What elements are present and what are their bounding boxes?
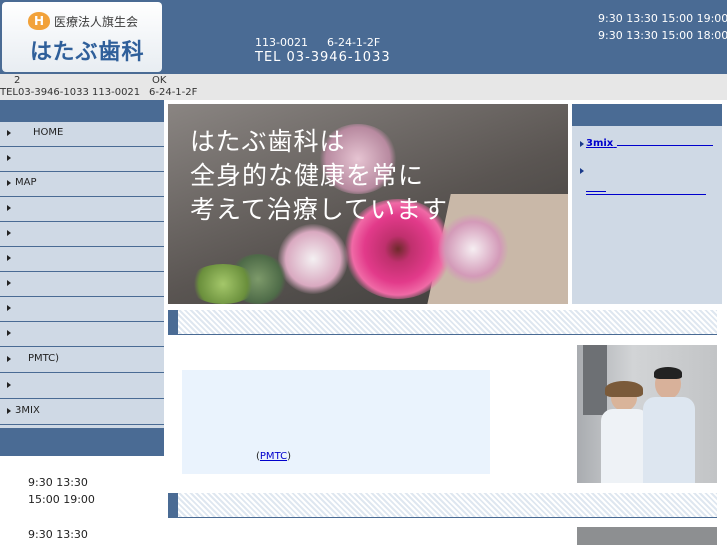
person-hair: [654, 367, 682, 379]
arrow-right-icon: [7, 356, 11, 362]
sidebar-item-9[interactable]: [0, 322, 164, 347]
header-hours-weekday: 9:30 13:30 15:00 19:00: [598, 12, 727, 25]
sidebar-hours-line: 9:30 13:30: [28, 528, 88, 541]
sidebar-item-4[interactable]: [0, 197, 164, 222]
person-coat: [601, 409, 649, 483]
hero-flower: [438, 214, 508, 284]
arrow-right-icon: [7, 155, 11, 161]
header-address: 6-24-1-2F: [327, 36, 381, 49]
section-heading-bar: [168, 310, 717, 335]
sidebar-item-8[interactable]: [0, 297, 164, 322]
sidebar-item-5[interactable]: [0, 222, 164, 247]
arrow-right-icon: [7, 330, 11, 336]
sidebar-item-label: PMTC): [28, 353, 60, 364]
sidebar-header: [0, 100, 164, 122]
secondary-photo: [577, 527, 717, 545]
sidebar-item-home[interactable]: HOME: [0, 122, 164, 147]
arrow-right-icon: [7, 382, 11, 388]
logo-clinic-name: はたぶ歯科: [30, 40, 145, 65]
notice-address: 6-24-1-2F: [149, 87, 198, 98]
header-postal-code: 113-0021: [255, 36, 308, 49]
sidebar-item-3mix[interactable]: 3MIX: [0, 400, 164, 425]
news-panel-header: [572, 104, 722, 126]
info-box: [182, 370, 490, 474]
sidebar-item-map[interactable]: MAP: [0, 172, 164, 197]
sidebar-item-7[interactable]: [0, 272, 164, 297]
site-header: H 医療法人旗生会 はたぶ歯科 113-0021 6-24-1-2F TEL 0…: [0, 0, 727, 74]
arrow-right-icon: [7, 130, 11, 136]
logo-org-name: 医療法人旗生会: [54, 15, 139, 29]
notice-tel: TEL03-3946-1033 113-0021: [0, 87, 141, 98]
hero-tagline-line: 全身的な健康を常に: [190, 161, 425, 190]
sidebar-hours-line: 15:00 19:00: [28, 493, 95, 506]
news-link-3mix[interactable]: 3mix: [586, 138, 713, 149]
sidebar-hours-panel: 9:30 13:30 15:00 19:00 9:30 13:30: [0, 456, 164, 545]
arrow-right-icon: [7, 230, 11, 236]
section-marker: [168, 493, 178, 517]
paren-close: ): [287, 451, 291, 462]
staff-photo: [577, 345, 717, 483]
sidebar-item-label: 3MIX: [15, 405, 40, 416]
hero-flower: [278, 224, 348, 294]
hero-banner: はたぶ歯科は 全身的な健康を常に 考えて治療しています: [168, 104, 568, 304]
person-coat: [643, 397, 695, 483]
notice-strip: 2 OK TEL03-3946-1033 113-0021 6-24-1-2F: [0, 74, 727, 100]
heart-logo-icon: H: [28, 12, 50, 30]
sidebar-item-11[interactable]: [0, 374, 164, 399]
sidebar-item-label: HOME: [33, 127, 64, 138]
arrow-right-icon: [7, 255, 11, 261]
section-marker: [168, 310, 178, 334]
hero-leaf: [188, 264, 258, 304]
sidebar-item-label: MAP: [15, 177, 37, 188]
arrow-right-icon: [580, 141, 584, 147]
header-hours-saturday: 9:30 13:30 15:00 18:00: [598, 29, 727, 42]
arrow-right-icon: [7, 305, 11, 311]
news-link-2-continued[interactable]: [586, 179, 606, 192]
pmtc-text: (PMTC): [256, 451, 291, 462]
photo-door: [583, 345, 607, 415]
person-hair: [605, 381, 643, 397]
clinic-logo[interactable]: H 医療法人旗生会 はたぶ歯科: [2, 2, 162, 72]
sidebar-hours-header: [0, 428, 164, 456]
arrow-right-icon: [7, 408, 11, 414]
sidebar-item-pmtc[interactable]: PMTC): [0, 348, 164, 373]
arrow-right-icon: [7, 180, 11, 186]
sidebar-item-2[interactable]: [0, 147, 164, 172]
arrow-right-icon: [7, 205, 11, 211]
news-panel: 3mix: [572, 104, 722, 304]
pmtc-link[interactable]: PMTC: [260, 451, 287, 462]
header-phone: TEL 03-3946-1033: [255, 50, 391, 65]
sidebar-item-6[interactable]: [0, 247, 164, 272]
news-link-underline: [616, 145, 713, 146]
news-link-label: 3mix: [586, 138, 614, 149]
section-heading-bar: [168, 493, 717, 518]
hero-tagline-line: はたぶ歯科は: [190, 127, 346, 156]
notice-text-a: 2: [14, 75, 21, 86]
arrow-right-icon: [7, 280, 11, 286]
arrow-right-icon: [580, 168, 584, 174]
notice-text-b: OK: [152, 75, 167, 86]
sidebar-nav: HOME MAP PMTC) 3MIX 9:30 13:30 15:00 19:…: [0, 100, 164, 545]
hero-tagline-line: 考えて治療しています: [190, 195, 449, 224]
sidebar-hours-line: 9:30 13:30: [28, 476, 88, 489]
